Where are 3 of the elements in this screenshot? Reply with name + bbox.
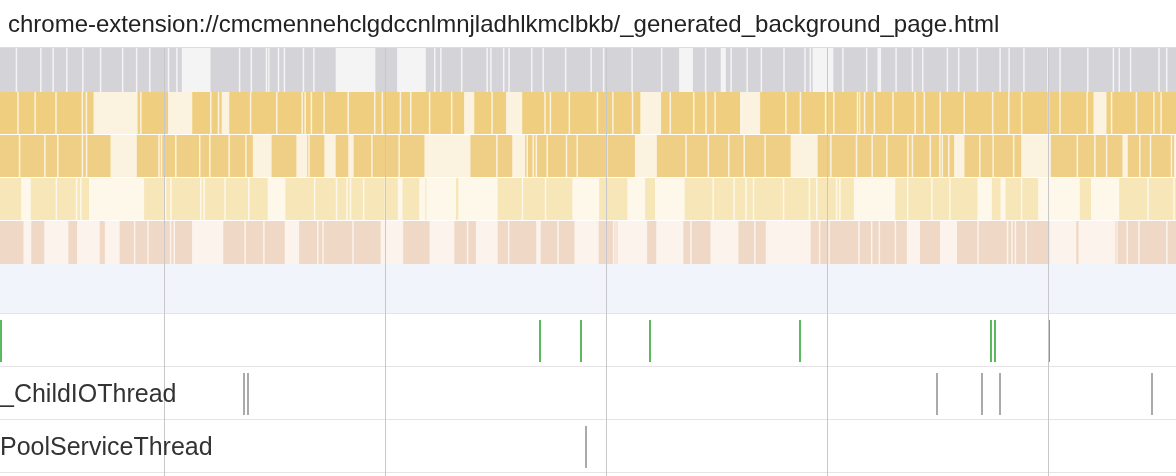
thread-label: _ChildIOThread	[0, 378, 177, 408]
event-ticks-drawing	[585, 426, 587, 468]
thread-label: PoolServiceThread	[0, 431, 213, 461]
